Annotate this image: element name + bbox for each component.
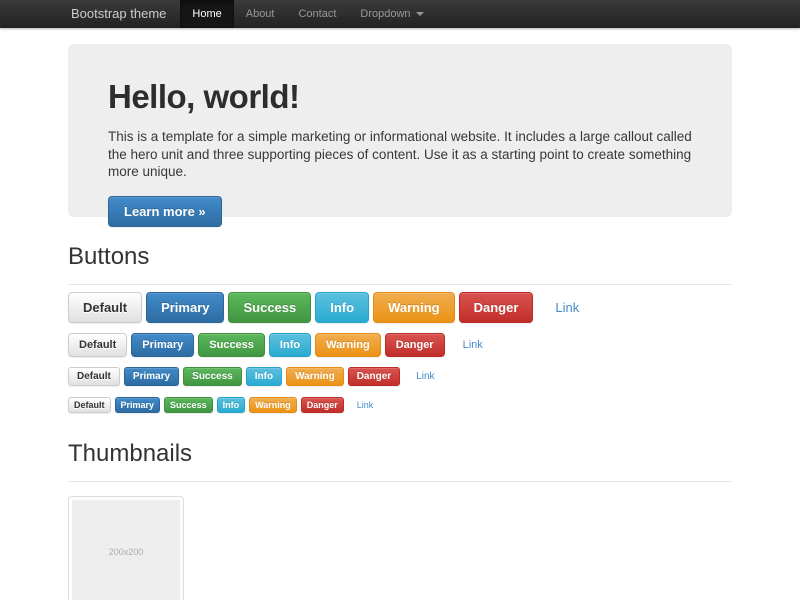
success-button-large[interactable]: Success: [228, 292, 311, 323]
default-button-medium[interactable]: Default: [68, 333, 127, 357]
danger-button-large[interactable]: Danger: [459, 292, 534, 323]
info-button-large[interactable]: Info: [315, 292, 369, 323]
primary-button-large[interactable]: Primary: [146, 292, 224, 323]
navbar-brand[interactable]: Bootstrap theme: [68, 0, 180, 28]
button-row-small: DefaultPrimarySuccessInfoWarningDanger Li…: [68, 367, 732, 386]
hero-description: This is a template for a simple marketin…: [108, 128, 692, 181]
danger-button-small[interactable]: Danger: [348, 367, 400, 386]
danger-button-medium[interactable]: Danger: [385, 333, 445, 357]
main-container: Hello, world! This is a template for a s…: [68, 44, 732, 600]
nav-item-home[interactable]: Home: [180, 0, 233, 28]
buttons-divider: [68, 284, 732, 285]
button-row-large: DefaultPrimarySuccessInfoWarningDangerLi…: [68, 292, 732, 323]
link-button-large[interactable]: Link: [541, 293, 593, 322]
warning-button-xsmall[interactable]: Warning: [249, 397, 297, 413]
nav-item-label: Dropdown: [360, 8, 410, 20]
primary-button-small[interactable]: Primary: [124, 367, 179, 386]
placeholder-image: 200x200: [72, 500, 180, 600]
primary-button-medium[interactable]: Primary: [131, 333, 194, 357]
info-button-small[interactable]: Info: [246, 367, 282, 386]
info-button-xsmall[interactable]: Info: [217, 397, 246, 413]
warning-button-medium[interactable]: Warning: [315, 333, 381, 357]
default-button-xsmall[interactable]: Default: [68, 397, 111, 413]
button-row-medium: DefaultPrimarySuccessInfoWarningDanger Li…: [68, 333, 732, 357]
link-button-small[interactable]: Link: [408, 368, 442, 385]
warning-button-large[interactable]: Warning: [373, 292, 455, 323]
navbar: Bootstrap theme Home About Contact Dropdown: [0, 0, 800, 28]
button-row-xsmall: DefaultPrimarySuccessInfoWarningDanger Li…: [68, 396, 732, 414]
nav-item-label: Contact: [298, 8, 336, 20]
success-button-xsmall[interactable]: Success: [164, 397, 213, 413]
primary-button-xsmall[interactable]: Primary: [115, 397, 161, 413]
info-button-medium[interactable]: Info: [269, 333, 311, 357]
hero-unit: Hello, world! This is a template for a s…: [68, 44, 732, 217]
danger-button-xsmall[interactable]: Danger: [301, 397, 344, 413]
thumbnail-item[interactable]: 200x200: [68, 496, 184, 600]
link-button-xsmall[interactable]: Link: [352, 398, 379, 412]
success-button-small[interactable]: Success: [183, 367, 242, 386]
default-button-large[interactable]: Default: [68, 292, 142, 323]
learn-more-button[interactable]: Learn more »: [108, 196, 222, 227]
navbar-inner: Bootstrap theme Home About Contact Dropdown: [68, 0, 732, 28]
warning-button-small[interactable]: Warning: [286, 367, 344, 386]
nav-item-label: Home: [192, 8, 221, 20]
thumbnails-heading: Thumbnails: [68, 440, 732, 468]
caret-down-icon: [416, 12, 424, 16]
hero-title: Hello, world!: [108, 78, 692, 116]
default-button-small[interactable]: Default: [68, 367, 120, 386]
buttons-heading: Buttons: [68, 243, 732, 271]
thumbnails-grid: 200x200: [68, 496, 732, 600]
button-rows: DefaultPrimarySuccessInfoWarningDangerLi…: [68, 292, 732, 414]
navbar-menu: Home About Contact Dropdown: [180, 0, 435, 28]
thumbnails-divider: [68, 481, 732, 482]
success-button-medium[interactable]: Success: [198, 333, 265, 357]
nav-item-dropdown[interactable]: Dropdown: [348, 0, 435, 28]
nav-item-about[interactable]: About: [234, 0, 287, 28]
nav-item-contact[interactable]: Contact: [286, 0, 348, 28]
placeholder-label: 200x200: [109, 547, 144, 557]
nav-item-label: About: [246, 8, 275, 20]
link-button-medium[interactable]: Link: [453, 334, 493, 356]
